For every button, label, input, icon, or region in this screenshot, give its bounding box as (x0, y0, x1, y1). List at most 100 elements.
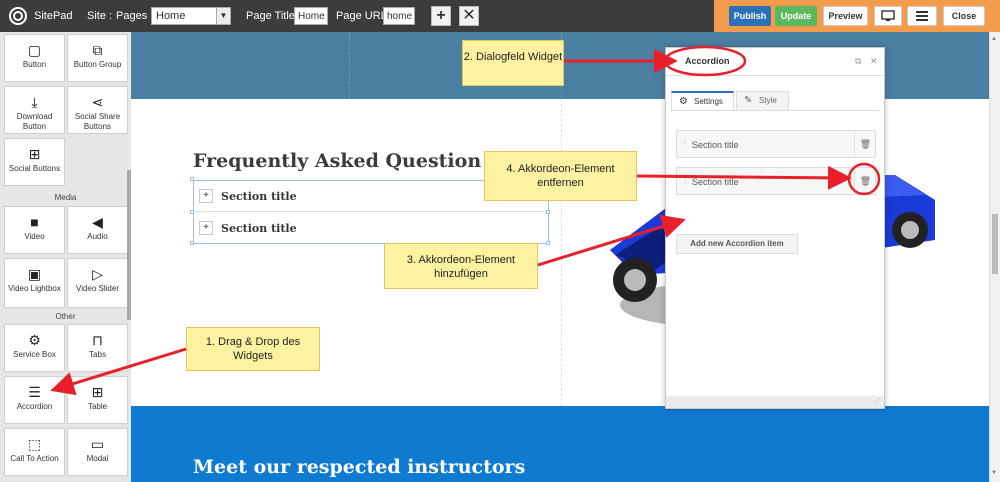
widget-label: Call To Action (10, 454, 59, 463)
close-icon[interactable]: ✕ (870, 56, 878, 67)
tab-divider (671, 110, 879, 111)
pages-select[interactable]: Home ▼ (151, 7, 231, 25)
widget-label: Button Group (73, 60, 122, 69)
preview-button[interactable]: Preview (823, 6, 868, 26)
dialog-title: Accordion (685, 56, 730, 66)
monitor-icon (881, 10, 895, 21)
publish-button[interactable]: Publish (729, 6, 771, 26)
trash-icon[interactable]: 🗑 (854, 168, 876, 194)
dialog-footer: ⋰ (666, 396, 884, 408)
widget-label: Video (24, 232, 45, 241)
accordion-icon: ☰ (28, 384, 41, 400)
widget-modal[interactable]: ▭ Modal (67, 428, 128, 476)
callout-drag-drop: 1. Drag & Drop des Widgets (186, 327, 320, 371)
accordion-row-title: Section title (221, 222, 297, 235)
tab-style[interactable]: ✎ Style (736, 91, 789, 111)
resize-handle[interactable] (190, 210, 194, 214)
update-button[interactable]: Update (775, 6, 817, 26)
widget-video-lightbox[interactable]: ▣ Video Lightbox (4, 258, 65, 308)
widget-label: Download Button (16, 112, 53, 131)
add-accordion-item-button[interactable]: Add new Accordion item (676, 234, 798, 254)
square-icon: ▢ (27, 42, 42, 58)
widget-accordion[interactable]: ☰ Accordion (4, 376, 65, 424)
brand-name: SitePad (34, 10, 73, 22)
accordion-row[interactable]: + Section title (194, 213, 548, 244)
widget-label: Social Share Buttons (74, 112, 121, 131)
callout-remove-item: 4. Akkordeon-Element entfernen (484, 151, 637, 201)
close-button[interactable]: Close (943, 6, 985, 26)
resize-grip-icon[interactable]: ⋰ (874, 397, 881, 405)
resize-handle[interactable] (190, 241, 194, 245)
download-icon: ⤓ (31, 94, 38, 110)
plus-icon[interactable]: + (199, 221, 213, 235)
gear-icon: ⚙ (28, 332, 41, 348)
gear-icon: ⚙ (679, 96, 688, 107)
widget-video-slider[interactable]: ▷ Video Slider (67, 258, 128, 308)
widget-label: Accordion (16, 402, 53, 411)
widget-panel: ▢ Button ⧉ Button Group ⤓ Download Butto… (0, 32, 131, 482)
widget-social-buttons[interactable]: ⊞ Social Buttons (4, 138, 65, 186)
scroll-down-icon[interactable]: ▼ (991, 470, 997, 476)
widget-audio[interactable]: ◀ Audio (67, 206, 128, 254)
widget-download-button[interactable]: ⤓ Download Button (4, 86, 65, 134)
widget-call-to-action[interactable]: ⬚ Call To Action (4, 428, 65, 476)
section-media-label: Media (54, 193, 77, 202)
widget-label: Video Lightbox (8, 284, 61, 293)
tabs-icon: ⊓ (92, 332, 103, 348)
pages-label: Pages : (116, 10, 154, 22)
widget-social-share[interactable]: ⋖ Social Share Buttons (67, 86, 128, 134)
accordion-item[interactable]: ⋮⋮ Section title 🗑 (676, 130, 876, 158)
callout-text: 1. Drag & Drop des Widgets (205, 336, 301, 362)
dialog-body: ⚙ Settings ✎ Style ⋮⋮ Section title 🗑 ⋮⋮… (666, 76, 884, 396)
callout-text: 2. Dialogfeld Widget (463, 51, 563, 63)
widget-label: Audio (87, 232, 108, 241)
sitepad-logo-icon (9, 7, 27, 25)
restore-icon[interactable]: ⧉ (855, 56, 861, 67)
video-slider-icon: ▷ (92, 266, 103, 282)
scroll-up-icon[interactable]: ▲ (991, 36, 997, 42)
social-grid-icon: ⊞ (28, 146, 41, 162)
widget-video[interactable]: ■ Video (4, 206, 65, 254)
widget-button[interactable]: ▢ Button (4, 34, 65, 82)
add-page-button[interactable]: + (431, 6, 451, 26)
cursor-select-icon: ⬚ (27, 436, 42, 452)
page-scrollbar[interactable]: ▲ ▼ (989, 32, 1000, 482)
callout-text: 3. Akkordeon-Element hinzufügen (406, 254, 516, 280)
widget-table[interactable]: ⊞ Table (67, 376, 128, 424)
section-other-label: Other (55, 312, 76, 321)
callout-dialog: 2. Dialogfeld Widget (462, 40, 564, 86)
page-url-input[interactable]: home (383, 7, 415, 25)
tab-settings[interactable]: ⚙ Settings (671, 91, 734, 111)
widget-label: Tabs (89, 350, 106, 359)
widget-tabs[interactable]: ⊓ Tabs (67, 324, 128, 372)
chevron-down-icon: ▼ (216, 8, 230, 24)
dialog-header[interactable]: Accordion ⧉ ✕ (666, 48, 884, 76)
menu-button[interactable] (907, 6, 937, 26)
tab-style-label: Style (759, 96, 777, 105)
widget-label: Button (22, 60, 47, 69)
widget-button-group[interactable]: ⧉ Button Group (67, 34, 128, 82)
table-icon: ⊞ (91, 384, 104, 400)
resize-handle[interactable] (190, 177, 194, 181)
resize-handle[interactable] (546, 210, 550, 214)
callout-text: 4. Akkordeon-Element entfernen (506, 163, 615, 189)
page-title-input[interactable]: Home (294, 7, 328, 25)
accordion-item[interactable]: ⋮⋮ Section title 🗑 (676, 167, 876, 195)
faq-heading: Frequently Asked Question (193, 150, 482, 172)
callout-add-item: 3. Akkordeon-Element hinzufügen (384, 243, 538, 289)
tab-settings-label: Settings (694, 97, 723, 106)
page-title-label: Page Title: (246, 10, 298, 22)
column-guide (561, 99, 562, 406)
page-scrollbar-thumb[interactable] (992, 214, 998, 274)
delete-page-button[interactable]: ✕ (459, 6, 479, 26)
pages-select-value: Home (156, 10, 186, 22)
trash-icon[interactable]: 🗑 (854, 131, 876, 157)
widget-service-box[interactable]: ⚙ Service Box (4, 324, 65, 372)
modal-window-icon: ▭ (90, 436, 105, 452)
responsive-view-button[interactable] (874, 6, 902, 26)
resize-handle[interactable] (546, 241, 550, 245)
instructors-section: Meet our respected instructors (131, 406, 989, 482)
plus-icon[interactable]: + (199, 189, 213, 203)
column-guide (349, 32, 350, 99)
speaker-icon: ◀ (92, 214, 103, 230)
